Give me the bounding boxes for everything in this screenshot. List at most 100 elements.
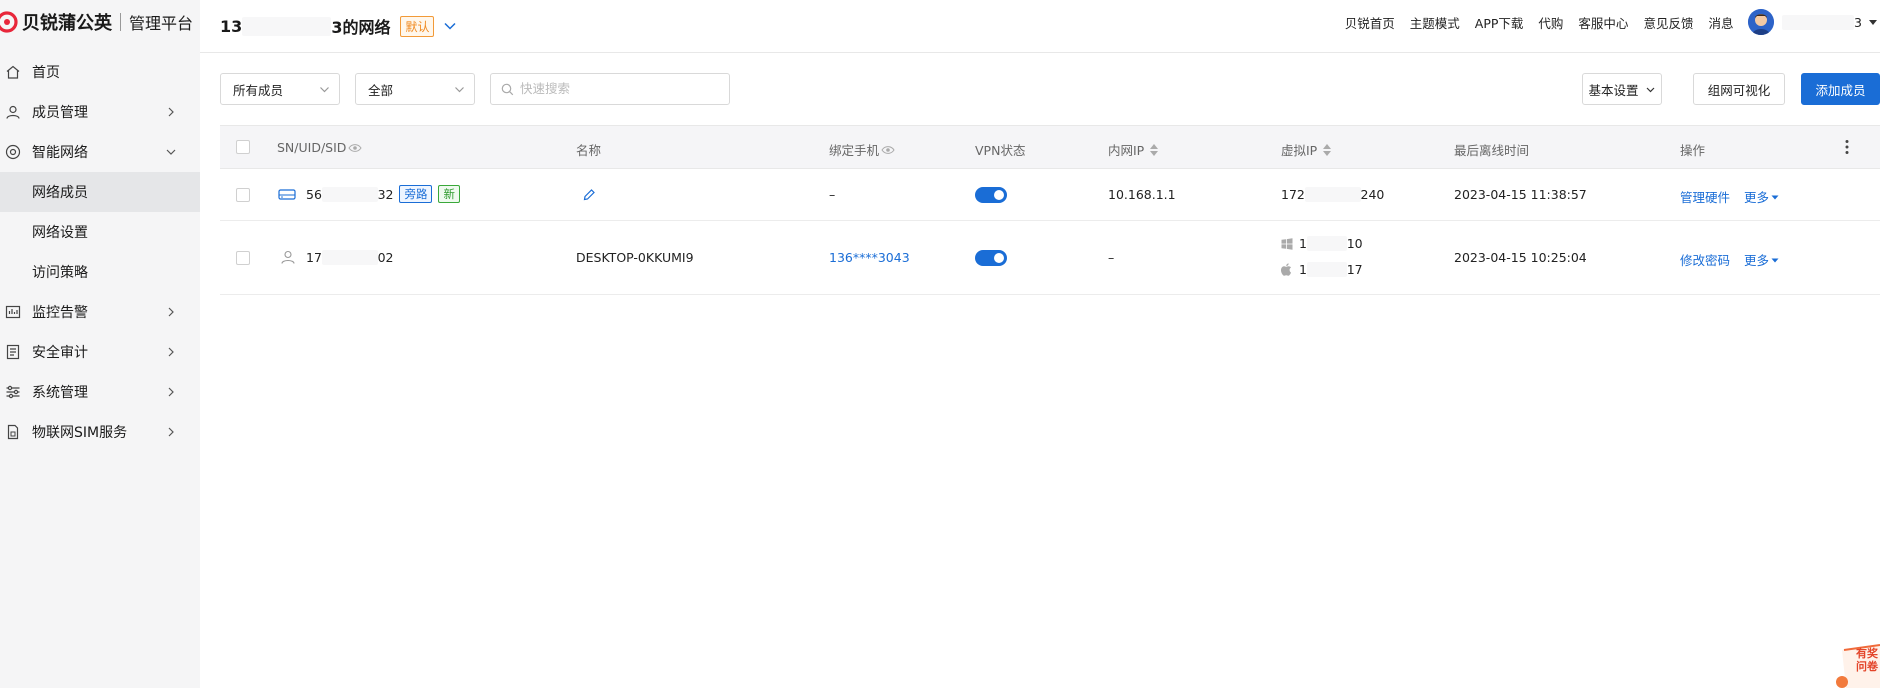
manage-hardware-link[interactable]: 管理硬件 [1680, 187, 1730, 206]
chevron-right-icon [164, 425, 178, 439]
chevron-right-icon [164, 105, 178, 119]
sidebar-item-smart-network[interactable]: 智能网络 [0, 132, 200, 172]
sidebar-item-monitor[interactable]: 监控告警 [0, 292, 200, 332]
survey-line2: 问卷 [1856, 660, 1878, 673]
link-feedback[interactable]: 意见反馈 [1643, 13, 1693, 32]
user-name-suffix: 3 [1854, 15, 1862, 30]
more-dropdown[interactable]: 更多 [1744, 250, 1779, 269]
select-all-checkbox[interactable] [236, 140, 250, 154]
link-messages[interactable]: 消息 [1708, 13, 1733, 32]
phone-cell: – [829, 187, 835, 202]
actions-cell: 修改密码 更多 [1680, 250, 1779, 269]
type-filter-select[interactable]: 全部 [355, 73, 475, 105]
vip-mac-suffix: 17 [1347, 262, 1363, 277]
member-filter-select[interactable]: 所有成员 [220, 73, 340, 105]
sidebar-item-network-members[interactable]: 网络成员 [0, 172, 200, 212]
col-lan-ip[interactable]: 内网IP [1108, 140, 1158, 159]
more-label: 更多 [1744, 250, 1769, 269]
eye-icon[interactable] [881, 145, 895, 155]
chevron-down-icon[interactable] [442, 18, 458, 34]
col-virtual-ip[interactable]: 虚拟IP [1281, 140, 1331, 159]
col-sn: SN/UID/SID [277, 140, 362, 155]
table-row[interactable]: 17 0000000 02 DESKTOP-0KKUMI9 136****304… [220, 221, 1880, 295]
last-offline-cell: 2023-04-15 11:38:57 [1454, 187, 1587, 202]
col-actions: 操作 [1680, 140, 1705, 159]
sidebar-item-iot-sim[interactable]: 物联网SIM服务 [0, 412, 200, 452]
router-icon [278, 187, 296, 201]
chevron-down-icon [453, 83, 466, 96]
basic-settings-button[interactable]: 基本设置 [1582, 73, 1662, 105]
search-input[interactable] [520, 82, 720, 96]
sidebar: 贝锐蒲公英 管理平台 首页 成员管理 智能网络 网络成员 网络设置 访问策略 [0, 0, 200, 688]
chevron-down-icon [164, 145, 178, 159]
type-filter-value: 全部 [368, 80, 393, 99]
col-lan-ip-label: 内网IP [1108, 140, 1144, 159]
name-cell: DESKTOP-0KKUMI9 [576, 250, 694, 265]
more-dropdown[interactable]: 更多 [1744, 187, 1779, 206]
sidebar-item-members[interactable]: 成员管理 [0, 92, 200, 132]
table-row[interactable]: 56 0000000 32 旁路 新 – 10.168.1.1 172 0000… [220, 169, 1880, 221]
virtual-ip-mac: 1 00000 17 [1281, 262, 1363, 277]
chevron-right-icon [164, 345, 178, 359]
link-theme-mode[interactable]: 主题模式 [1410, 13, 1460, 32]
sidebar-nav: 首页 成员管理 智能网络 网络成员 网络设置 访问策略 监控告警 [0, 52, 200, 452]
basic-settings-label: 基本设置 [1588, 80, 1638, 99]
chevron-down-icon [318, 83, 331, 96]
vip-prefix: 172 [1281, 187, 1305, 202]
sidebar-item-audit[interactable]: 安全审计 [0, 332, 200, 372]
sn-suffix: 32 [378, 187, 394, 202]
link-support[interactable]: 客服中心 [1578, 13, 1628, 32]
network-title-suffix: 3的网络 [331, 14, 390, 38]
sn-prefix: 56 [306, 187, 322, 202]
row-checkbox[interactable] [236, 188, 250, 202]
eye-icon[interactable] [348, 143, 362, 153]
add-member-button[interactable]: 添加成员 [1801, 73, 1880, 105]
vip-win-suffix: 10 [1347, 236, 1363, 251]
sidebar-item-home[interactable]: 首页 [0, 52, 200, 92]
sidebar-item-network-settings[interactable]: 网络设置 [0, 212, 200, 252]
lan-ip-cell: – [1108, 250, 1114, 265]
sidebar-item-system[interactable]: 系统管理 [0, 372, 200, 412]
sidebar-item-label: 物联网SIM服务 [32, 422, 127, 442]
vpn-toggle[interactable] [975, 187, 1007, 203]
sort-icon[interactable] [1150, 144, 1158, 156]
avatar[interactable] [1748, 9, 1774, 35]
column-settings-icon[interactable] [1844, 139, 1850, 155]
network-icon [4, 143, 22, 161]
caret-down-icon[interactable] [1868, 17, 1878, 27]
sidebar-item-label: 智能网络 [32, 142, 88, 162]
link-purchase[interactable]: 代购 [1538, 13, 1563, 32]
vpn-toggle[interactable] [975, 250, 1007, 266]
sort-icon[interactable] [1323, 144, 1331, 156]
col-vpn: VPN状态 [975, 140, 1025, 159]
redacted-text: 000000000 [1782, 15, 1854, 30]
link-beirui-home[interactable]: 贝锐首页 [1345, 13, 1395, 32]
survey-label: 有奖 问卷 [1856, 647, 1878, 673]
network-visualize-button[interactable]: 组网可视化 [1693, 73, 1785, 105]
apple-icon [1281, 263, 1293, 276]
user-name[interactable]: 0000000003 [1782, 15, 1862, 30]
col-name: 名称 [576, 140, 601, 159]
members-table: SN/UID/SID 名称 绑定手机 VPN状态 内网IP 虚拟IP 最后离线时… [220, 125, 1880, 295]
search-box[interactable] [490, 73, 730, 105]
link-app-download[interactable]: APP下载 [1475, 13, 1524, 32]
vip-suffix: 240 [1361, 187, 1385, 202]
actions-cell: 管理硬件 更多 [1680, 187, 1779, 206]
survey-float-button[interactable]: 有奖 问卷 [1836, 642, 1880, 688]
caret-down-icon [1771, 256, 1779, 264]
new-tag: 新 [438, 185, 460, 203]
sidebar-item-label: 监控告警 [32, 302, 88, 322]
col-virtual-ip-label: 虚拟IP [1281, 140, 1317, 159]
sidebar-item-label: 安全审计 [32, 342, 88, 362]
virtual-ip-windows: 1 00000 10 [1281, 236, 1363, 251]
bypass-tag: 旁路 [399, 185, 432, 203]
lan-ip-cell: 10.168.1.1 [1108, 187, 1176, 202]
row-checkbox[interactable] [236, 251, 250, 265]
change-password-link[interactable]: 修改密码 [1680, 250, 1730, 269]
sidebar-item-access-policy[interactable]: 访问策略 [0, 252, 200, 292]
network-title[interactable]: 13 00000000 3的网络 默认 [220, 14, 458, 38]
redacted-text: 0000000 [322, 250, 378, 265]
brand[interactable]: 贝锐蒲公英 管理平台 [0, 0, 200, 44]
brand-name: 贝锐蒲公英 [22, 9, 112, 35]
edit-name-icon[interactable] [582, 188, 596, 202]
